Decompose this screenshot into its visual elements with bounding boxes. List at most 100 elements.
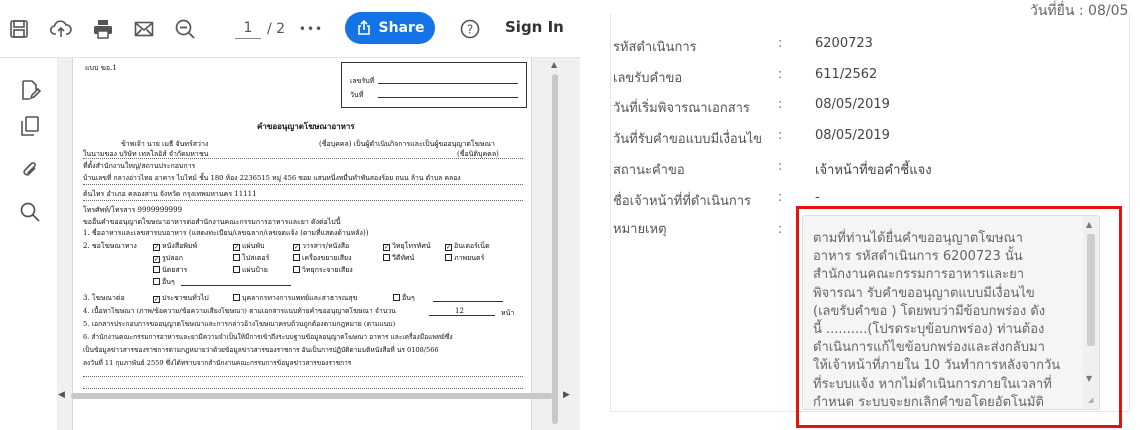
checkbox (293, 254, 300, 261)
checkbox (293, 266, 300, 273)
attachment-icon[interactable] (18, 158, 42, 182)
checkbox (233, 254, 240, 261)
checkbox-checked: ✓ (293, 244, 300, 251)
media-option: ✓ วิทยุโทรทัศน์ (383, 242, 431, 251)
doc-line: 6. สำนักงานคณะกรรมการอาหารและยามีความจำเ… (83, 333, 453, 341)
label-remark: หมายเหตุ (613, 222, 667, 237)
receipt-box: เลขรับที่ วันที่ (341, 62, 527, 108)
doc-line: 5. เอกสารประกอบการขออนุญาตโฆษณาและการกล่… (83, 320, 396, 328)
media-label: 2. ชอโฆษณาทาง (83, 242, 137, 250)
target-label: 3. โฆษณาต่อ (83, 294, 125, 302)
doc-line: โทรศัพท์/โทรสาร 9999999999 (83, 206, 183, 214)
media-option: ✓ วารสาร/หนังสือ (293, 242, 350, 251)
media-option: โปสเตอร์ (233, 254, 269, 262)
doc-line: (ชื่อบุคคล) เป็นผู้ดำเนินกิจการและเป็นผู… (319, 140, 495, 148)
doc-line: (ชื่อนิติบุคคล) (457, 150, 499, 158)
receipt-no-label: เลขรับที่ (350, 77, 375, 85)
doc-line: 4. เนื้อหาโฆษณา (ภาพ/ข้อความ/ข้อความเสีย… (83, 307, 396, 315)
colon: : (778, 36, 783, 51)
colon: : (778, 159, 783, 174)
scrollbar-thumb[interactable] (71, 393, 553, 399)
checkbox (383, 254, 390, 261)
pages-icon[interactable] (18, 114, 42, 138)
value-receipt-number: 611/2562 (815, 67, 878, 82)
page-count-unit: หน้า (501, 309, 515, 317)
email-icon[interactable] (131, 16, 157, 42)
value-request-status: เจ้าหน้าที่ขอคำชี้แจง (815, 163, 932, 178)
doc-line: ลงวันที่ 11 กุมภาพันธ์ 2559 ซึ่งได้ทราบจ… (83, 359, 352, 367)
share-icon (357, 20, 370, 35)
label-request-status: สถานะคำขอ (613, 163, 685, 178)
scroll-left-icon[interactable]: ◀ (58, 390, 65, 400)
scroll-up-icon[interactable]: ▲ (551, 60, 557, 69)
viewer-sidebar (0, 58, 58, 430)
checkbox-checked: ✓ (445, 244, 452, 251)
page-count: 12 (455, 307, 464, 315)
checkbox (445, 254, 452, 261)
checkbox (153, 278, 160, 285)
colon: : (778, 190, 783, 205)
media-option: ✓ หนังสือพิมพ์ (153, 242, 198, 251)
pdf-page: แบบ ฆอ.1 เลขรับที่ วันที่ คำขออนุญาตโฆษณ… (72, 58, 532, 430)
doc-line: ที่ตั้งสำนักงานใหญ่/สถานประกอบการ (83, 162, 196, 170)
checkbox (233, 294, 240, 301)
value-review-start-date: 08/05/2019 (815, 97, 890, 112)
signin-link[interactable]: Sign In (505, 18, 564, 36)
page-number-input[interactable]: 1 (235, 20, 261, 39)
label-operation-code: รหัสดำเนินการ (613, 40, 697, 55)
more-options-icon[interactable]: ••• (296, 16, 326, 42)
media-option: ✓ อินเตอร์เน็ต (445, 242, 490, 251)
share-button[interactable]: Share (345, 12, 435, 44)
share-label: Share (378, 20, 425, 36)
search-icon[interactable] (18, 200, 42, 224)
checkbox-checked: ✓ (383, 244, 390, 251)
checkbox (233, 266, 240, 273)
target-option: บุคลากรทางการแพทย์และสาธารณสุข (233, 294, 357, 302)
horizontal-scrollbar[interactable]: ◀ ▶ (58, 386, 580, 408)
page-indicator: 1 / 2 (235, 16, 285, 42)
upload-cloud-icon[interactable] (48, 16, 74, 42)
media-option: วีดีทัศน์ (383, 254, 414, 262)
form-code: แบบ ฆอ.1 (85, 64, 117, 72)
media-option: ภาพยนตร์ (445, 254, 484, 262)
media-option: ✓ รูปลอก (153, 254, 183, 263)
checkbox-checked: ✓ (153, 296, 160, 303)
media-option: ✓ แผ่นพับ (233, 242, 265, 251)
media-option: แผ่นป้าย (233, 266, 268, 274)
zoom-icon[interactable] (172, 16, 198, 42)
doc-line: 1. ชื่ออาหารและเลขสารบบอาหาร (แสดงทะเบีย… (83, 229, 369, 237)
target-option: อื่นๆ (393, 294, 415, 302)
doc-line: ขออื่นคำขออนุญาตโฆษณาอาหารต่อสำนักงานคณะ… (83, 218, 341, 226)
checkbox-checked: ✓ (153, 244, 160, 251)
media-option: เครื่องขยายเสียง (293, 254, 352, 262)
value-officer-name: - (815, 190, 820, 205)
colon: : (778, 97, 783, 112)
colon: : (778, 67, 783, 82)
doc-line: ข้าพเจ้า นาย เมธี จันทร์สว่าง (121, 140, 209, 148)
edit-pdf-icon[interactable] (18, 78, 42, 102)
label-receipt-number: เลขรับคำขอ (613, 71, 683, 86)
target-option: ✓ ประชาชนทั่วไป (153, 294, 209, 303)
media-option: วิทยุกระจายเสียง (293, 266, 353, 274)
checkbox-checked: ✓ (153, 256, 160, 263)
label-review-start-date: วันที่เริ่มพิจารณาเอกสาร (613, 101, 750, 116)
help-icon[interactable]: ? (457, 16, 483, 42)
save-icon[interactable] (6, 16, 32, 42)
scroll-right-icon[interactable]: ▶ (563, 390, 570, 400)
date-label: วันที่ (350, 91, 364, 99)
doc-line: เป็นข้อมูลข่าวสารของราชการตามกฎหมายว่าด้… (83, 346, 439, 354)
value-conditional-receipt-date: 08/05/2019 (815, 128, 890, 143)
submit-date: วันที่ยื่น : 08/05 (1030, 3, 1129, 19)
media-option: นิตยสาร (153, 266, 187, 274)
scrollbar-thumb[interactable] (552, 74, 558, 424)
label-officer-name: ชื่อเจ้าหน้าที่ที่ดำเนินการ (613, 194, 751, 209)
checkbox (153, 266, 160, 273)
svg-text:?: ? (467, 23, 473, 37)
colon: : (778, 128, 783, 143)
highlight-box (796, 206, 1122, 428)
print-icon[interactable] (90, 16, 116, 42)
value-operation-code: 6200723 (815, 36, 873, 51)
viewer-toolbar: 1 / 2 ••• Share ? Sign In (0, 0, 580, 58)
doc-line: ในนามของ บริษัท เทลโลอิส์ จำกัดมหาชน (83, 150, 209, 158)
vertical-scrollbar[interactable]: ▲ (548, 58, 562, 430)
